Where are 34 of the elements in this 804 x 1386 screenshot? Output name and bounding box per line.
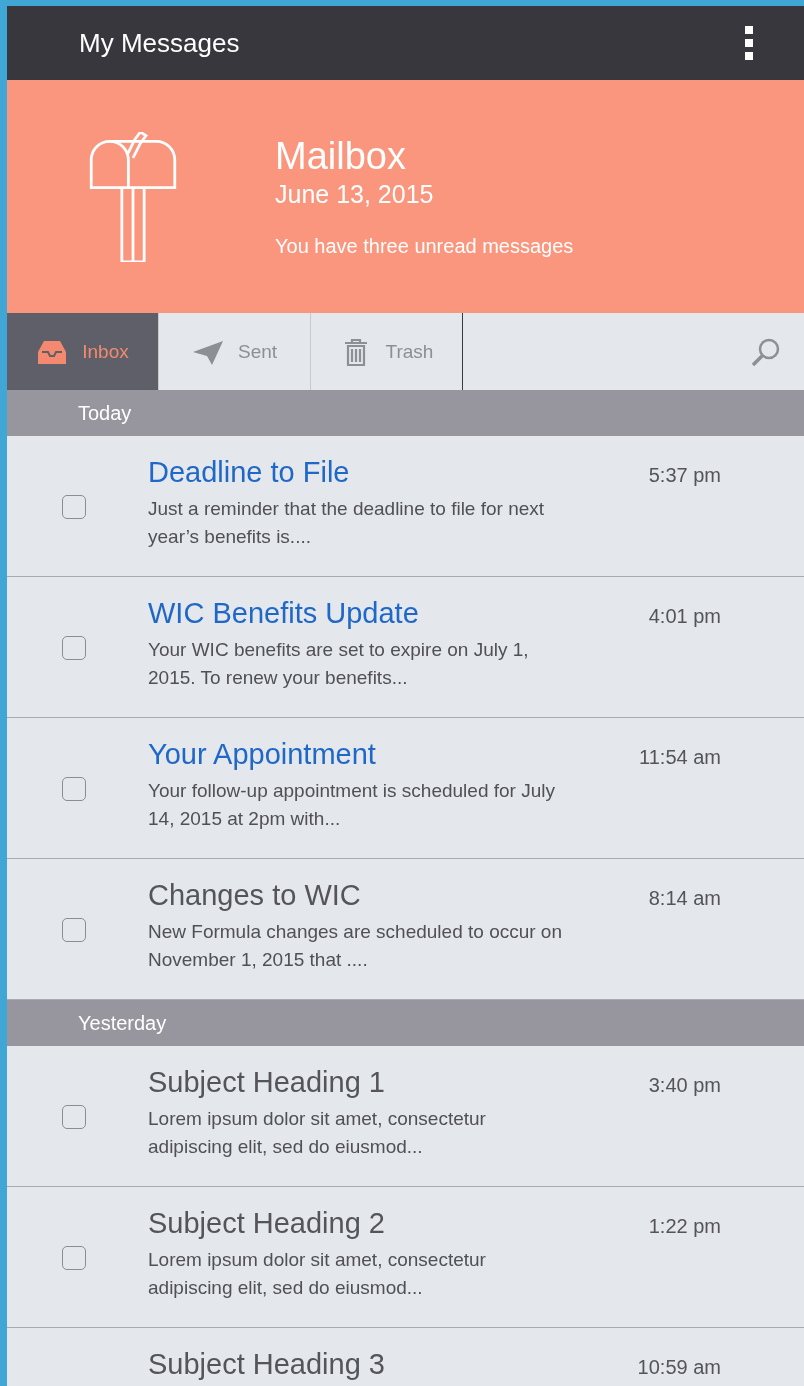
message-subject[interactable]: Deadline to File [148,456,350,489]
message-subject[interactable]: Subject Heading 2 [148,1207,385,1240]
message-checkbox[interactable] [62,1246,86,1270]
unread-summary: You have three unread messages [275,235,574,258]
message-preview: New Formula changes are scheduled to occur on November 1, 2015 that .... [148,920,563,972]
message-subject[interactable]: Changes to WIC [148,879,361,912]
message-time: 5:37 pm [648,464,721,487]
message-checkbox[interactable] [62,1105,86,1129]
message-time: 3:40 pm [648,1074,721,1097]
message-time: 8:14 am [648,887,721,910]
message-time: 1:22 pm [648,1215,721,1238]
message-checkbox[interactable] [62,495,86,519]
folder-tab[interactable]: Inbox [7,313,159,390]
message-preview: Lorem ipsum dolor sit amet, consectetur adipiscing elit, sed do eiusmod... [148,1107,487,1159]
message-preview: Your WIC benefits are set to expire on July 1, 2015. To renew your benefits... [148,638,530,690]
message-subject[interactable]: WIC Benefits Update [148,597,419,630]
app-title: My Messages [79,27,240,59]
message-subject[interactable]: Subject Heading 1 [148,1066,385,1099]
date-section-header: Yesterday [7,1000,804,1046]
date-section-header: Today [7,390,804,436]
message-checkbox[interactable] [62,777,86,801]
mailbox-title: Mailbox [275,135,407,178]
message-preview: Lorem ipsum dolor sit amet, consectetur adipiscing elit, sed do eiusmod... [148,1248,487,1300]
message-preview: Your follow-up appointment is scheduled for July 14, 2015 at 2pm with... [148,779,556,831]
message-time: 10:59 am [637,1356,721,1379]
message-checkbox[interactable] [62,636,86,660]
message-preview: Just a reminder that the deadline to file for next year’s benefits is.... [148,497,546,549]
message-checkbox[interactable] [62,918,86,942]
message-time: 11:54 am [639,746,721,769]
message-subject[interactable]: Your Appointment [148,738,376,771]
message-time: 4:01 pm [648,605,721,628]
mailbox-date: June 13, 2015 [275,180,435,209]
message-subject[interactable]: Subject Heading 3 [148,1348,385,1381]
more-menu-icon[interactable] [744,26,754,60]
